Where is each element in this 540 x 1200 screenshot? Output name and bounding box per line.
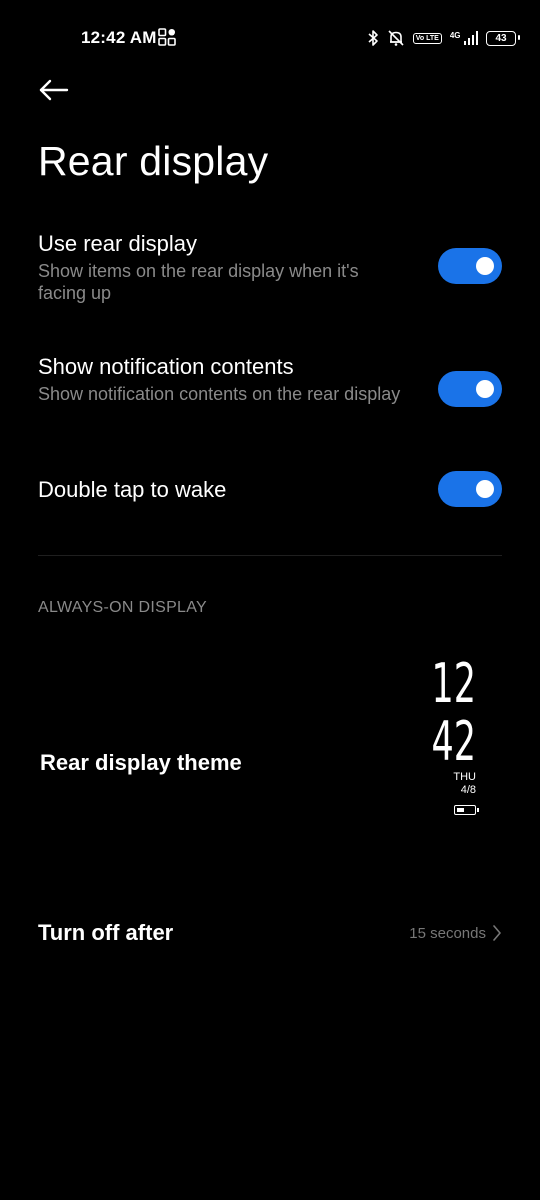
toggle-knob <box>476 480 494 498</box>
preview-date: 4/8 <box>460 784 476 796</box>
turn-off-after-value: 15 seconds <box>409 924 486 942</box>
chevron-right-icon <box>493 925 501 941</box>
toggle-knob <box>476 380 494 398</box>
setting-description: Show notification contents on the rear d… <box>38 384 401 404</box>
network-type: 4G <box>449 31 461 40</box>
preview-battery-icon <box>454 805 479 815</box>
app-grid-icon <box>158 28 176 46</box>
setting-use-rear-display[interactable]: Use rear display Show items on the rear … <box>38 230 502 320</box>
status-time: 12:42 AM <box>81 28 157 47</box>
setting-description: Show items on the rear display when it's… <box>38 261 359 303</box>
volte-icon: Vo LTE <box>412 32 442 44</box>
turn-off-after-label: Turn off after <box>38 920 174 945</box>
bluetooth-icon <box>368 30 378 46</box>
battery-icon: 43 <box>486 30 520 46</box>
rear-display-theme-row[interactable]: Rear display theme 12 42 THU 4/8 <box>38 640 502 830</box>
theme-preview: 12 42 THU 4/8 <box>406 652 479 820</box>
status-bar: 12:42 AM Vo LTE 4G 43 <box>0 0 540 76</box>
show-notification-contents-toggle[interactable] <box>438 371 502 407</box>
back-button[interactable] <box>34 70 74 110</box>
turn-off-after-row[interactable]: Turn off after 15 seconds <box>38 910 502 956</box>
preview-minute: 42 <box>431 710 476 773</box>
use-rear-display-toggle[interactable] <box>438 248 502 284</box>
setting-title: Double tap to wake <box>38 477 227 502</box>
page-title: Rear display <box>38 138 269 184</box>
rear-display-theme-label: Rear display theme <box>40 750 242 775</box>
double-tap-to-wake-toggle[interactable] <box>438 471 502 507</box>
setting-show-notification-contents[interactable]: Show notification contents Show notifica… <box>38 353 502 443</box>
setting-title: Use rear display <box>38 231 197 256</box>
section-header: ALWAYS-ON DISPLAY <box>38 599 207 616</box>
ringer-off-icon <box>388 30 404 46</box>
setting-title: Show notification contents <box>38 354 294 379</box>
setting-double-tap-to-wake[interactable]: Double tap to wake <box>38 471 502 511</box>
toggle-knob <box>476 257 494 275</box>
preview-hour: 12 <box>431 652 476 715</box>
back-arrow-icon <box>39 79 69 101</box>
signal-icon: 4G <box>450 31 478 45</box>
divider <box>38 555 502 556</box>
